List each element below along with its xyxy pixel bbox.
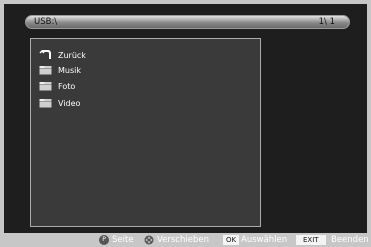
seite-hint: Seite — [112, 235, 134, 245]
list-item-video[interactable]: Video — [39, 96, 80, 110]
list-item-foto[interactable]: Foto — [39, 79, 75, 93]
beenden-hint: Beenden — [331, 235, 369, 245]
file-browser-screen: USB:\ 1\ 1 Zurück Musik Foto Video — [4, 4, 367, 233]
auswaehlen-hint: Auswählen — [241, 235, 288, 245]
list-item-zurueck[interactable]: Zurück — [39, 48, 86, 62]
list-item-label: Video — [58, 98, 81, 108]
folder-icon — [39, 99, 52, 108]
back-arrow-icon — [39, 50, 51, 59]
folder-icon — [39, 82, 52, 91]
folder-icon — [39, 66, 52, 75]
current-path: USB:\ — [34, 17, 58, 27]
list-item-label: Musik — [58, 65, 81, 75]
p-key-icon: P — [99, 235, 109, 245]
list-item-musik[interactable]: Musik — [39, 63, 81, 77]
footer-key-hints: P Seite Verschieben OK Auswählen EXIT Be… — [0, 233, 371, 247]
verschieben-hint: Verschieben — [157, 235, 209, 245]
path-bar: USB:\ 1\ 1 — [25, 15, 350, 29]
page-indicator: 1\ 1 — [318, 17, 335, 27]
ok-key-icon: OK — [223, 235, 240, 245]
direction-pad-icon — [144, 235, 154, 245]
list-item-label: Foto — [58, 81, 76, 91]
exit-key-icon: EXIT — [296, 235, 326, 245]
list-item-label: Zurück — [58, 50, 86, 60]
file-list-panel: Zurück Musik Foto Video — [30, 38, 261, 227]
